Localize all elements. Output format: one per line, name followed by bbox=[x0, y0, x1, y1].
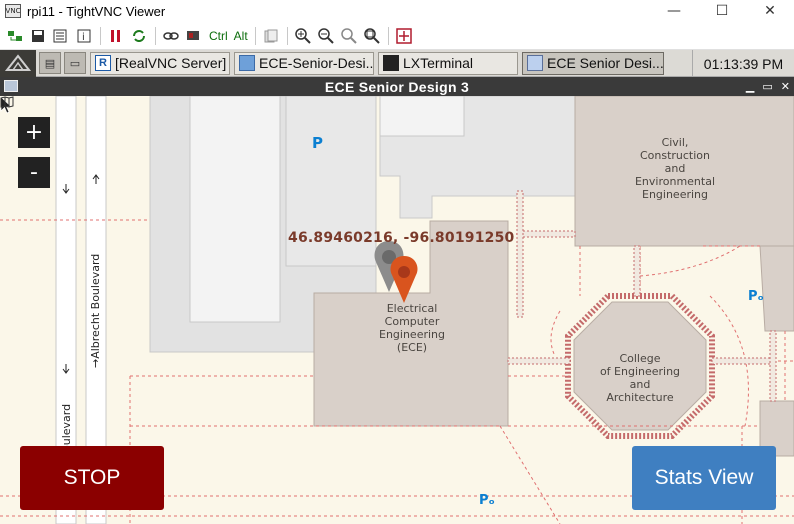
new-connection-icon[interactable] bbox=[4, 25, 26, 47]
realvnc-icon: R bbox=[95, 55, 111, 71]
bike-parking-label: P bbox=[748, 289, 758, 304]
window-icon bbox=[527, 55, 543, 71]
minimize-button[interactable]: — bbox=[650, 0, 698, 22]
label-line: (ECE) bbox=[396, 341, 428, 354]
taskbar-clock[interactable]: 01:13:39 PM bbox=[692, 50, 794, 77]
maximize-button[interactable]: ☐ bbox=[698, 0, 746, 22]
alt-key-button[interactable]: Alt bbox=[231, 29, 251, 43]
zoom-in-icon[interactable] bbox=[292, 25, 314, 47]
app-close-button[interactable]: ✕ bbox=[781, 80, 790, 93]
toolbar-divider bbox=[155, 26, 156, 45]
toolbar-divider bbox=[100, 26, 101, 45]
bike-parking-marker: Pₒ bbox=[479, 493, 495, 508]
taskbar-item-label: [RealVNC Server] bbox=[115, 55, 227, 71]
label-line: Engineering bbox=[379, 328, 445, 341]
taskbar-item-label: ECE-Senior-Desi... bbox=[259, 55, 374, 71]
start-menu-button[interactable] bbox=[0, 49, 36, 77]
taskbar-item-folder[interactable]: ECE-Senior-Desi... bbox=[234, 51, 374, 75]
label-line: Engineering bbox=[642, 188, 708, 201]
label-line: Construction bbox=[639, 149, 711, 162]
building-label-college: College of Engineering and Architecture bbox=[592, 352, 688, 404]
label-line: College bbox=[619, 352, 661, 365]
refresh-icon[interactable] bbox=[128, 25, 150, 47]
file-manager-launcher-icon[interactable]: ▤ bbox=[39, 52, 61, 74]
zoom-out-icon[interactable] bbox=[315, 25, 337, 47]
label-line: Computer bbox=[384, 315, 440, 328]
toolbar-divider bbox=[286, 26, 288, 45]
save-icon[interactable] bbox=[27, 25, 49, 47]
tightvnc-app-icon: VNC bbox=[5, 4, 21, 18]
stats-view-button[interactable]: Stats View bbox=[632, 446, 776, 510]
zoom-out-button[interactable]: - bbox=[18, 157, 50, 188]
fullscreen-icon[interactable] bbox=[393, 25, 415, 47]
map-fold-icon bbox=[0, 96, 14, 108]
vnc-window-title: rpi11 - TightVNC Viewer bbox=[27, 3, 166, 19]
svg-text:i: i bbox=[82, 32, 85, 43]
transfer-icon[interactable] bbox=[160, 25, 182, 47]
parking-marker: P bbox=[312, 134, 323, 152]
label-line: Civil, bbox=[661, 136, 689, 149]
label-line: Environmental bbox=[634, 175, 716, 188]
info-icon[interactable]: i bbox=[73, 25, 95, 47]
zoom-100-icon[interactable] bbox=[338, 25, 360, 47]
folder-icon bbox=[239, 55, 255, 71]
vnc-titlebar: VNC rpi11 - TightVNC Viewer — ☐ ✕ bbox=[0, 0, 794, 22]
options-icon[interactable] bbox=[50, 25, 72, 47]
zoom-fit-icon[interactable] bbox=[361, 25, 383, 47]
road-label-boulevard: oulevard bbox=[60, 403, 73, 452]
terminal-icon bbox=[383, 55, 399, 71]
toolbar-divider bbox=[254, 26, 256, 45]
app-minimize-button[interactable]: ▁ bbox=[746, 80, 754, 93]
coordinates-label: 46.89460216, -96.80191250 bbox=[288, 230, 515, 246]
app-titlebar: ECE Senior Design 3 ▁ ▭ ✕ bbox=[0, 77, 794, 96]
lxde-logo-icon bbox=[5, 54, 31, 71]
vnc-toolbar: i Ctrl Alt bbox=[0, 22, 794, 50]
building-label-ece: Electrical Computer Engineering (ECE) bbox=[367, 302, 457, 354]
taskbar-item-lxterminal[interactable]: LXTerminal bbox=[378, 51, 518, 75]
remote-taskbar: ▤ ▭ R [RealVNC Server] ECE-Senior-Desi..… bbox=[0, 49, 794, 77]
bike-parking-label: P bbox=[479, 493, 489, 508]
app-window-icon bbox=[4, 80, 18, 92]
ctrl-alt-del-icon[interactable] bbox=[183, 25, 205, 47]
label-line: Electrical bbox=[386, 302, 438, 315]
close-button[interactable]: ✕ bbox=[746, 0, 794, 22]
building-label-civil: Civil, Construction and Environmental En… bbox=[620, 136, 730, 201]
stop-button[interactable]: STOP bbox=[20, 446, 164, 510]
label-line: and bbox=[629, 378, 651, 391]
taskbar-item-label: LXTerminal bbox=[403, 55, 474, 71]
clipboard-icon[interactable] bbox=[260, 25, 282, 47]
label-line: Architecture bbox=[606, 391, 674, 404]
app-maximize-button[interactable]: ▭ bbox=[762, 80, 772, 93]
road-label-albrecht: →Albrecht Boulevard bbox=[89, 253, 102, 368]
bike-parking-marker: Pₒ bbox=[748, 289, 764, 304]
map-view[interactable]: P Pₒ Pₒ Civil, Construction and Environm… bbox=[0, 96, 794, 524]
taskbar-item-realvnc[interactable]: R [RealVNC Server] bbox=[90, 51, 230, 75]
taskbar-item-ece-app[interactable]: ECE Senior Desi... bbox=[522, 51, 664, 75]
label-line: and bbox=[664, 162, 686, 175]
app-title: ECE Senior Design 3 bbox=[324, 78, 470, 95]
desktop-launcher-icon[interactable]: ▭ bbox=[64, 52, 86, 74]
pause-icon[interactable] bbox=[105, 25, 127, 47]
toolbar-divider bbox=[387, 26, 389, 45]
taskbar-item-label: ECE Senior Desi... bbox=[547, 55, 664, 71]
zoom-in-button[interactable]: + bbox=[18, 117, 50, 148]
ctrl-key-button[interactable]: Ctrl bbox=[206, 29, 231, 43]
label-line: of Engineering bbox=[599, 365, 681, 378]
